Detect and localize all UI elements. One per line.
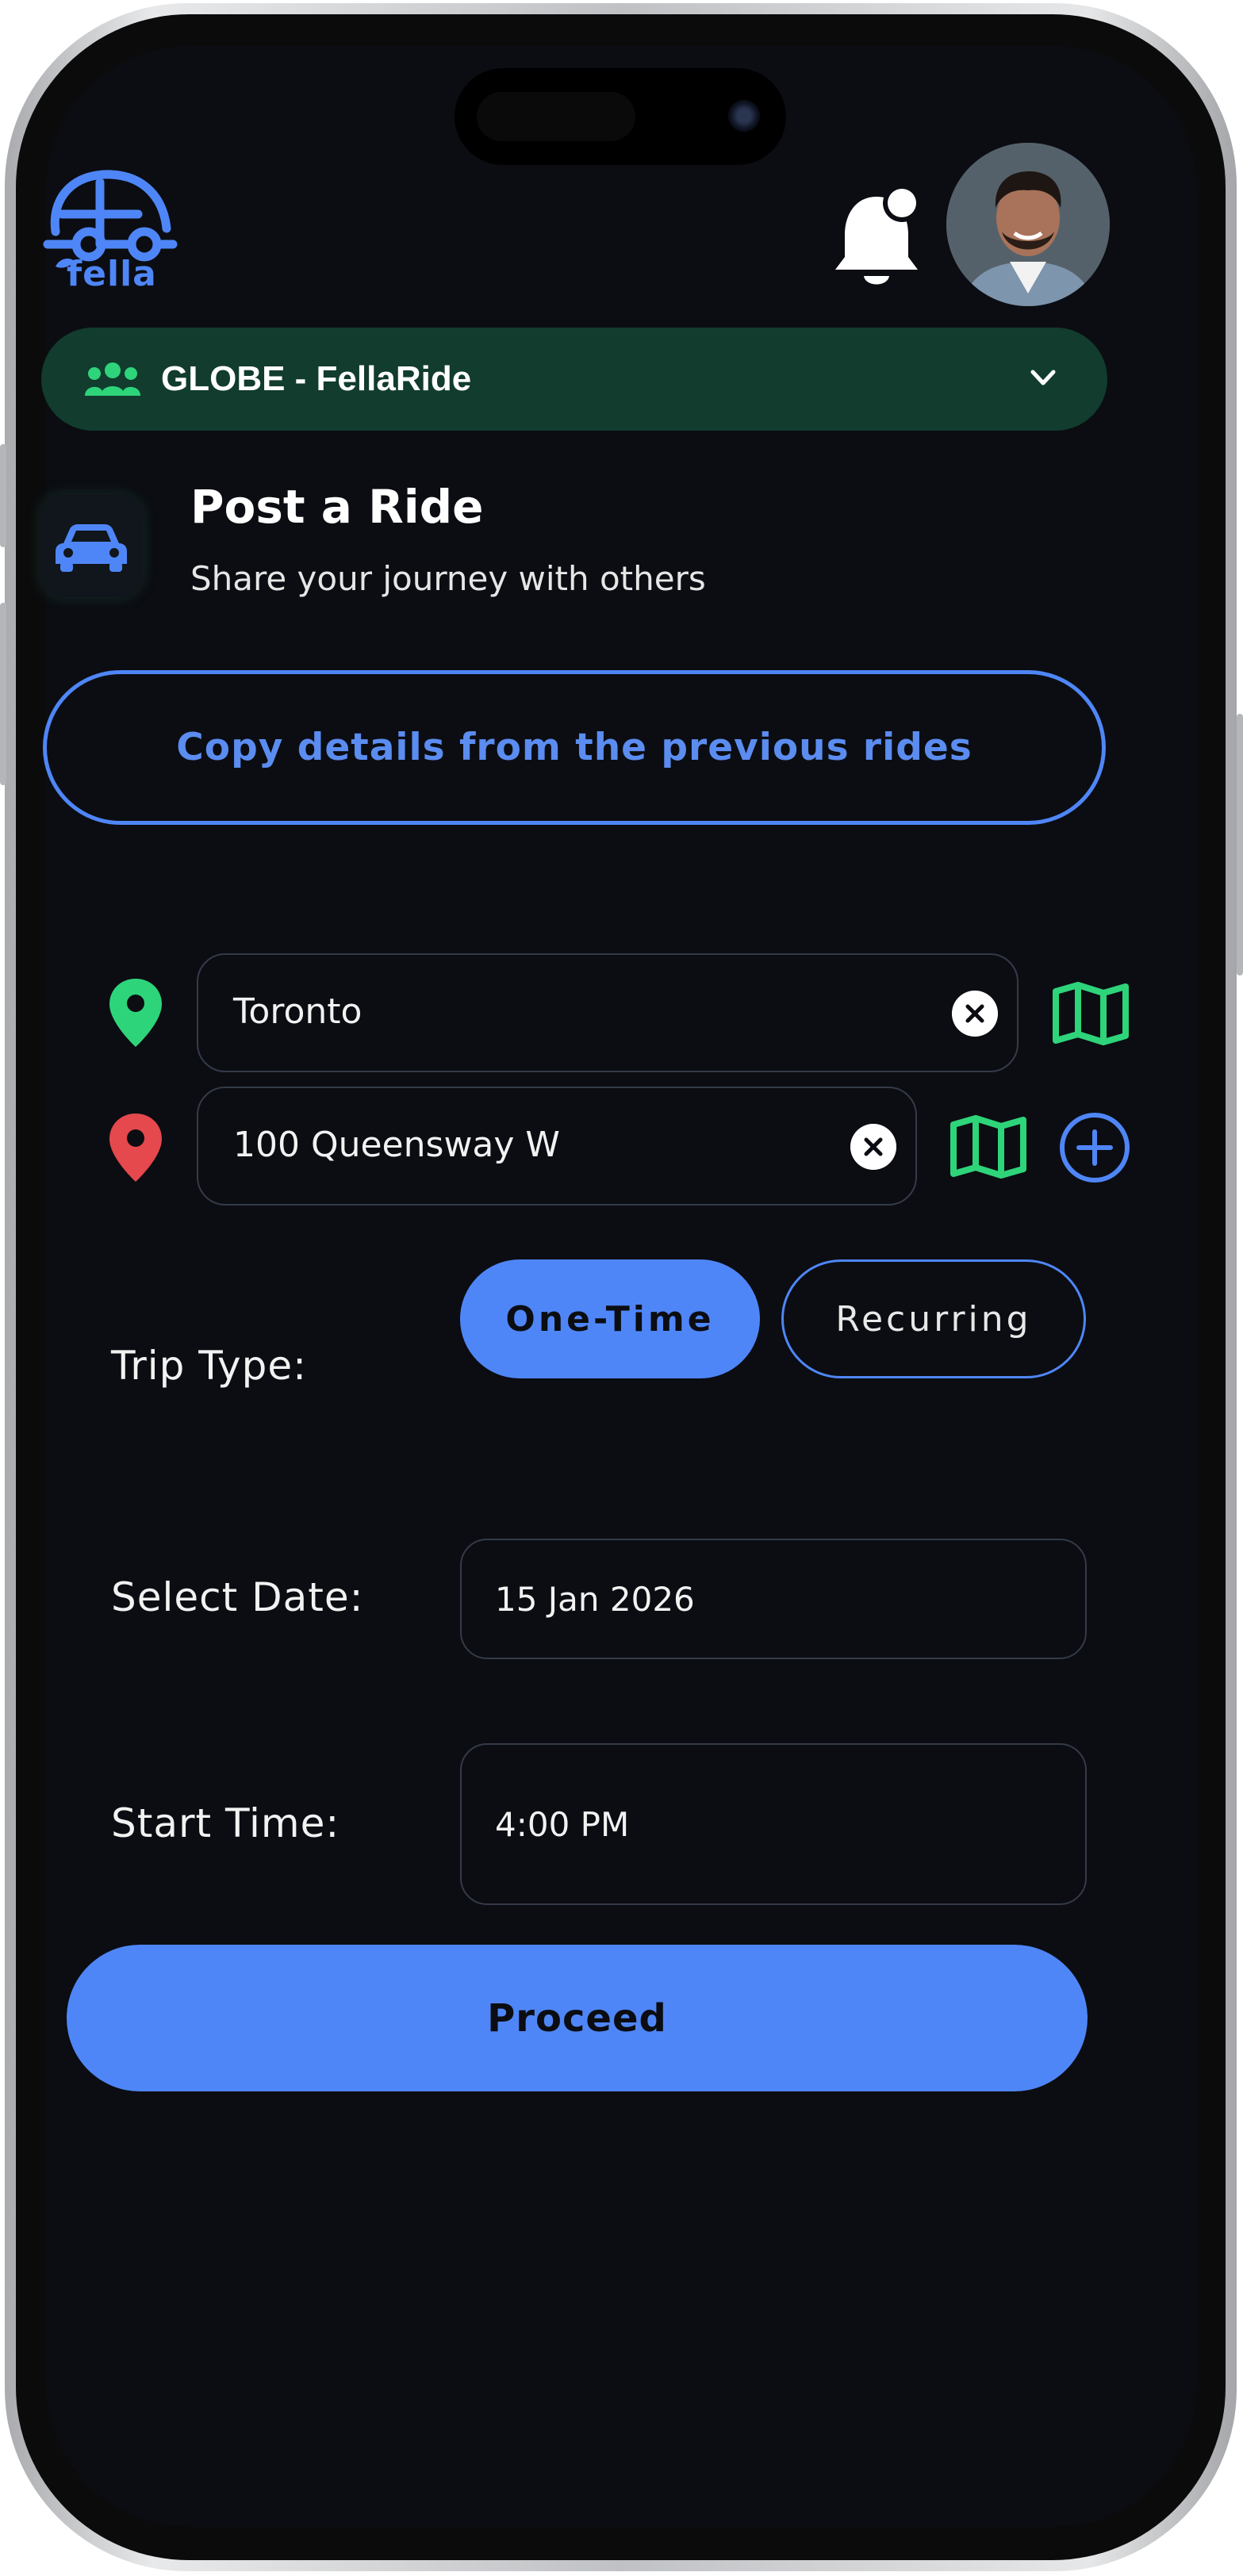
date-field[interactable]: 15 Jan 2026	[460, 1539, 1087, 1659]
add-stop-icon[interactable]	[1058, 1111, 1131, 1184]
clear-origin-icon[interactable]	[952, 991, 998, 1037]
destination-field[interactable]: 100 Queensway W	[197, 1087, 917, 1206]
dynamic-island	[455, 68, 786, 165]
map-icon[interactable]	[949, 1115, 1028, 1179]
side-button-left	[0, 603, 6, 785]
group-name: GLOBE - FellaRide	[161, 359, 472, 398]
logo-text: fella	[67, 254, 157, 294]
side-button-left	[0, 444, 6, 547]
trip-type-recurring[interactable]: Recurring	[781, 1259, 1086, 1378]
side-button-right	[1237, 714, 1243, 976]
origin-value: Toronto	[233, 991, 363, 1032]
page-subtitle: Share your journey with others	[190, 559, 706, 598]
origin-field[interactable]: Toronto	[197, 953, 1019, 1072]
destination-value: 100 Queensway W	[233, 1125, 560, 1165]
page-title: Post a Ride	[190, 480, 484, 534]
group-icon	[85, 362, 140, 396]
time-field[interactable]: 4:00 PM	[460, 1743, 1087, 1905]
select-date-label: Select Date:	[111, 1574, 364, 1620]
user-photo-icon	[946, 143, 1110, 306]
trip-type-one-time[interactable]: One-Time	[460, 1259, 760, 1378]
island-sensor	[477, 92, 635, 141]
clear-destination-icon[interactable]	[850, 1124, 896, 1170]
group-selector[interactable]: GLOBE - FellaRide	[41, 328, 1107, 431]
date-value: 15 Jan 2026	[495, 1580, 695, 1619]
time-value: 4:00 PM	[495, 1805, 630, 1844]
proceed-button[interactable]: Proceed	[67, 1945, 1088, 2091]
map-icon[interactable]	[1051, 982, 1130, 1045]
avatar[interactable]	[946, 143, 1110, 306]
chevron-down-icon	[1030, 370, 1056, 385]
car-icon	[56, 524, 127, 572]
copy-previous-rides-button[interactable]: Copy details from the previous rides	[43, 670, 1106, 825]
origin-pin-icon	[109, 979, 162, 1047]
bell-icon[interactable]	[829, 182, 924, 293]
car-icon-tile	[40, 494, 143, 597]
trip-type-label: Trip Type:	[111, 1343, 307, 1389]
camera-lens	[728, 100, 760, 132]
destination-pin-icon	[109, 1114, 162, 1182]
start-time-label: Start Time:	[111, 1800, 340, 1846]
